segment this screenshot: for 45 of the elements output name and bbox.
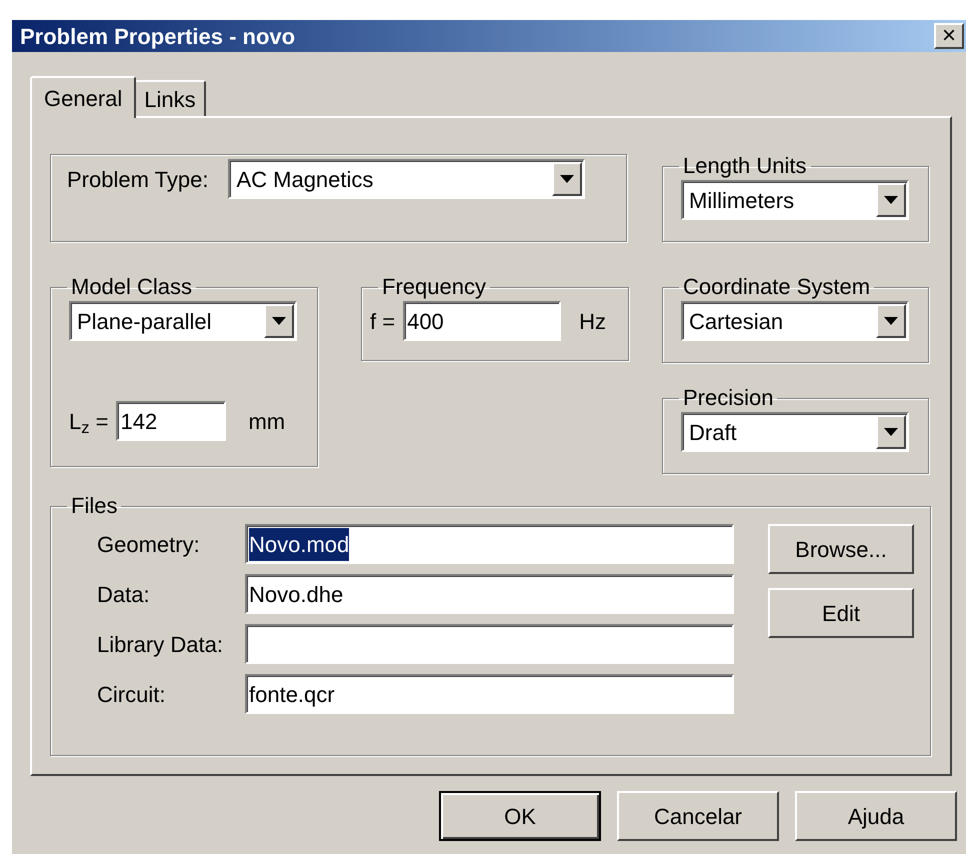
window-title: Problem Properties - novo — [20, 22, 296, 51]
field-label: mm — [248, 408, 286, 436]
precision-dropdown[interactable]: Draft — [681, 412, 909, 452]
caret-icon — [560, 175, 574, 183]
coordinate-system-dropdown[interactable]: Cartesian — [681, 301, 909, 341]
group-label: Frequency — [381, 275, 487, 299]
field-label: Library Data: — [97, 630, 224, 659]
field-label: Problem Type: — [67, 166, 208, 194]
dropdown-button[interactable] — [876, 304, 906, 338]
dialog-button[interactable]: OK — [439, 791, 601, 841]
group-label: Files — [70, 494, 118, 518]
caret-icon — [884, 428, 898, 436]
frequency-input[interactable]: 400 — [403, 301, 562, 341]
dialog-button[interactable]: Ajuda — [795, 791, 957, 841]
tab[interactable]: Links — [134, 80, 206, 116]
dialog-button[interactable]: Cancelar — [617, 791, 779, 841]
field-label: f = — [370, 308, 396, 336]
problem-type-dropdown[interactable]: AC Magnetics — [228, 159, 586, 199]
browse-button[interactable]: Browse... — [768, 524, 914, 574]
field-label: Hz — [579, 308, 606, 336]
field-label: Circuit: — [97, 680, 166, 708]
group-label: Length Units — [682, 154, 808, 178]
field-label: Data: — [97, 580, 151, 608]
field-label: Geometry: — [97, 530, 201, 559]
dropdown-button[interactable] — [876, 183, 906, 217]
file-path-input[interactable]: Novo.dhe — [245, 574, 734, 614]
edit-button[interactable]: Edit — [768, 588, 914, 638]
caret-icon — [884, 317, 898, 325]
model-class-dropdown[interactable]: Plane-parallel — [69, 301, 297, 341]
file-path-input[interactable]: fonte.qcr — [245, 674, 734, 714]
dropdown-button[interactable] — [876, 415, 906, 449]
dropdown-button[interactable] — [264, 304, 294, 338]
group-label: Model Class — [70, 275, 194, 299]
dropdown-button[interactable] — [552, 162, 582, 196]
file-path-input[interactable] — [245, 624, 734, 664]
file-path-input[interactable]: Novo.mod — [245, 524, 734, 564]
field-label: L$_{z}$ = — [69, 408, 108, 438]
caret-icon — [884, 196, 898, 204]
caret-icon — [272, 317, 286, 325]
tab[interactable]: General — [30, 76, 136, 118]
close-button[interactable]: × — [934, 23, 964, 49]
group-label: Coordinate System — [682, 275, 872, 299]
group-label: Precision — [682, 386, 774, 410]
depth-input[interactable]: 142 — [116, 401, 226, 441]
length-units-dropdown[interactable]: Millimeters — [681, 180, 909, 220]
